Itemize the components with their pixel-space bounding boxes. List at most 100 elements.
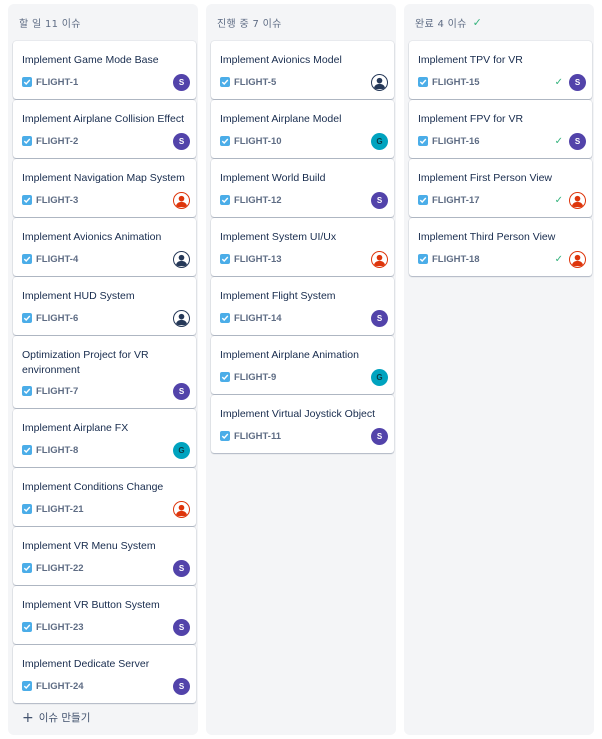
assignee-avatar[interactable]: G [371,132,388,150]
issue-card[interactable]: Implement Dedicate Server FLIGHT-24 S [13,645,196,703]
issue-card[interactable]: Implement VR Button System FLIGHT-23 S [13,586,196,644]
issue-title[interactable]: Implement Avionics Model [220,53,384,68]
checkbox-story-icon [22,504,32,514]
checkbox-story-icon [22,622,32,632]
issue-key[interactable]: FLIGHT-7 [36,386,173,397]
issue-title[interactable]: Implement Airplane Collision Effect [22,112,186,127]
issue-key[interactable]: FLIGHT-10 [234,136,371,147]
checkmark-icon: ✓ [472,15,483,29]
issue-title[interactable]: Implement Airplane Animation [220,348,384,363]
issue-card[interactable]: Implement Third Person View FLIGHT-18 ✓ [409,218,592,276]
assignee-avatar[interactable]: S [569,132,586,150]
issue-card[interactable]: Implement Avionics Animation FLIGHT-4 [13,218,196,276]
issue-title[interactable]: Implement Flight System [220,289,384,304]
assignee-avatar[interactable]: S [173,73,190,91]
issue-key[interactable]: FLIGHT-8 [36,445,173,456]
issue-key[interactable]: FLIGHT-24 [36,681,173,692]
issue-card[interactable]: Implement Airplane FX FLIGHT-8 G [13,409,196,467]
issue-title[interactable]: Implement VR Button System [22,598,186,613]
assignee-avatar[interactable] [371,250,388,268]
issue-card[interactable]: Implement TPV for VR FLIGHT-15 ✓ S [409,41,592,99]
checkbox-story-icon [220,372,230,382]
issue-title[interactable]: Implement FPV for VR [418,112,582,127]
issue-key[interactable]: FLIGHT-2 [36,136,173,147]
issue-title[interactable]: Implement TPV for VR [418,53,582,68]
assignee-avatar[interactable]: G [371,368,388,386]
issue-title[interactable]: Implement Airplane FX [22,421,186,436]
checkbox-story-icon [22,136,32,146]
assignee-avatar[interactable]: S [173,382,190,400]
assignee-avatar[interactable] [371,73,388,91]
issue-key[interactable]: FLIGHT-6 [36,313,173,324]
issue-title[interactable]: Optimization Project for VR environment [22,348,186,377]
assignee-avatar[interactable]: S [371,309,388,327]
issue-title[interactable]: Implement Game Mode Base [22,53,186,68]
issue-key[interactable]: FLIGHT-3 [36,195,173,206]
issue-title[interactable]: Implement Conditions Change [22,480,186,495]
issue-card[interactable]: Implement HUD System FLIGHT-6 [13,277,196,335]
issue-key[interactable]: FLIGHT-18 [432,254,555,265]
assignee-avatar[interactable]: S [173,618,190,636]
issue-key[interactable]: FLIGHT-14 [234,313,371,324]
issue-card[interactable]: Implement Avionics Model FLIGHT-5 [211,41,394,99]
assignee-avatar[interactable]: S [173,559,190,577]
issue-title[interactable]: Implement Third Person View [418,230,582,245]
issue-key[interactable]: FLIGHT-12 [234,195,371,206]
column-title: 할 일 11 이슈 [19,18,81,30]
issue-card[interactable]: Implement System UI/Ux FLIGHT-13 [211,218,394,276]
issue-key[interactable]: FLIGHT-11 [234,431,371,442]
checkbox-story-icon [220,136,230,146]
issue-footer: FLIGHT-10 G [220,132,388,150]
checkmark-icon: ✓ [554,253,563,265]
assignee-avatar[interactable]: S [173,132,190,150]
issue-key[interactable]: FLIGHT-17 [432,195,555,206]
assignee-avatar[interactable] [173,191,190,209]
assignee-avatar[interactable]: S [371,191,388,209]
assignee-avatar[interactable]: S [371,427,388,445]
issue-card[interactable]: Implement Airplane Collision Effect FLIG… [13,100,196,158]
issue-title[interactable]: Implement World Build [220,171,384,186]
issue-title[interactable]: Implement Airplane Model [220,112,384,127]
assignee-avatar[interactable] [569,250,586,268]
issue-card[interactable]: Implement Flight System FLIGHT-14 S [211,277,394,335]
issue-title[interactable]: Implement First Person View [418,171,582,186]
issue-key[interactable]: FLIGHT-22 [36,563,173,574]
issue-key[interactable]: FLIGHT-9 [234,372,371,383]
issue-key[interactable]: FLIGHT-16 [432,136,555,147]
issue-card[interactable]: Optimization Project for VR environment … [13,336,196,408]
issue-card[interactable]: Implement World Build FLIGHT-12 S [211,159,394,217]
issue-card[interactable]: Implement Navigation Map System FLIGHT-3 [13,159,196,217]
issue-title[interactable]: Implement HUD System [22,289,186,304]
issue-key[interactable]: FLIGHT-15 [432,77,555,88]
issue-title[interactable]: Implement VR Menu System [22,539,186,554]
issue-card[interactable]: Implement First Person View FLIGHT-17 ✓ [409,159,592,217]
issue-key[interactable]: FLIGHT-23 [36,622,173,633]
create-issue-button[interactable]: + 이슈 만들기 [22,710,90,725]
issue-card[interactable]: Implement Game Mode Base FLIGHT-1 S [13,41,196,99]
issue-footer: FLIGHT-15 ✓ S [418,73,586,91]
issue-key[interactable]: FLIGHT-21 [36,504,173,515]
issue-title[interactable]: Implement Virtual Joystick Object [220,407,384,422]
issue-card[interactable]: Implement FPV for VR FLIGHT-16 ✓ S [409,100,592,158]
column-in-progress: 진행 중 7 이슈 Implement Avionics Model FLIGH… [206,4,396,735]
assignee-avatar[interactable] [173,309,190,327]
issue-key[interactable]: FLIGHT-4 [36,254,173,265]
issue-card[interactable]: Implement Airplane Model FLIGHT-10 G [211,100,394,158]
issue-title[interactable]: Implement System UI/Ux [220,230,384,245]
issue-card[interactable]: Implement Conditions Change FLIGHT-21 [13,468,196,526]
issue-card[interactable]: Implement Airplane Animation FLIGHT-9 G [211,336,394,394]
assignee-avatar[interactable]: S [569,73,586,91]
issue-title[interactable]: Implement Avionics Animation [22,230,186,245]
issue-key[interactable]: FLIGHT-5 [234,77,371,88]
assignee-avatar[interactable] [569,191,586,209]
issue-card[interactable]: Implement VR Menu System FLIGHT-22 S [13,527,196,585]
issue-key[interactable]: FLIGHT-1 [36,77,173,88]
issue-key[interactable]: FLIGHT-13 [234,254,371,265]
assignee-avatar[interactable]: G [173,441,190,459]
issue-title[interactable]: Implement Dedicate Server [22,657,186,672]
issue-title[interactable]: Implement Navigation Map System [22,171,186,186]
assignee-avatar[interactable] [173,500,190,518]
issue-card[interactable]: Implement Virtual Joystick Object FLIGHT… [211,395,394,453]
assignee-avatar[interactable]: S [173,677,190,695]
assignee-avatar[interactable] [173,250,190,268]
